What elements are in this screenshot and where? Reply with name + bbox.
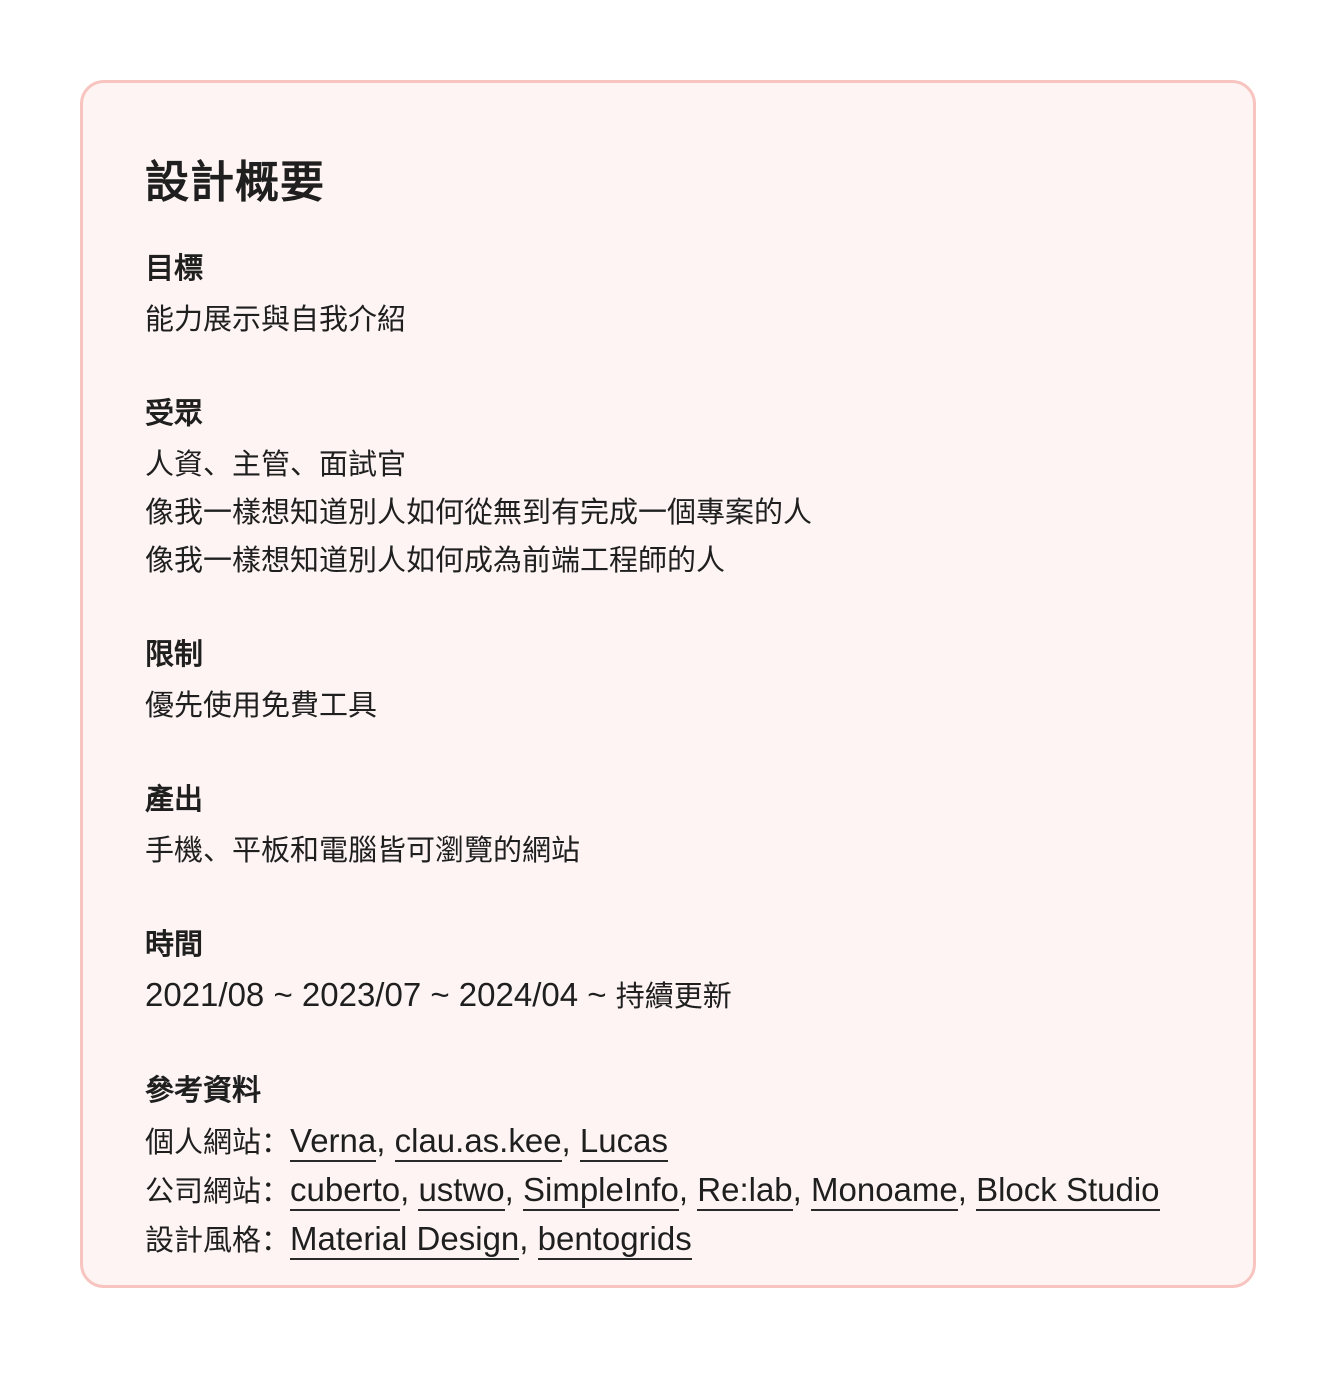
references-label: 參考資料 [145, 1073, 262, 1107]
output-label: 產出 [145, 782, 204, 816]
link-monoame[interactable]: Monoame [811, 1171, 958, 1211]
link-simpleinfo[interactable]: SimpleInfo [523, 1171, 679, 1211]
goal-label: 目標 [145, 251, 204, 285]
references-personal-line: 個人網站：Verna, clau.as.kee, Lucas [145, 1117, 1191, 1166]
separator: , [792, 1171, 811, 1208]
references-design-line: 設計風格：Material Design, bentogrids [145, 1215, 1191, 1264]
time-text: 2021/08 ~ 2023/07 ~ 2024/04 ~ 持續更新 [145, 971, 1191, 1020]
link-verna[interactable]: Verna [290, 1122, 377, 1162]
time-suffix: 持續更新 [615, 979, 732, 1013]
company-prefix: 公司網站： [145, 1174, 291, 1208]
link-material-design[interactable]: Material Design [290, 1220, 520, 1260]
audience-label: 受眾 [145, 396, 204, 430]
card-title: 設計概要 [145, 157, 325, 208]
separator: , [957, 1171, 977, 1208]
section-time: 時間 2021/08 ~ 2023/07 ~ 2024/04 ~ 持續更新 [145, 923, 1191, 1020]
link-clau-as-kee[interactable]: clau.as.kee [394, 1122, 562, 1162]
design-overview-card: 設計概要 目標 能力展示與自我介紹 受眾 人資、主管、面試官 像我一樣想知道別人… [80, 80, 1256, 1288]
link-lucas[interactable]: Lucas [579, 1122, 668, 1162]
section-output: 產出 手機、平板和電腦皆可瀏覽的網站 [145, 778, 1191, 874]
audience-line: 像我一樣想知道別人如何從無到有完成一個專案的人 [145, 495, 813, 529]
separator: , [504, 1171, 523, 1208]
link-cuberto[interactable]: cuberto [290, 1171, 401, 1211]
section-audience: 受眾 人資、主管、面試官 像我一樣想知道別人如何從無到有完成一個專案的人 像我一… [145, 392, 1191, 584]
link-bentogrids[interactable]: bentogrids [537, 1220, 692, 1260]
audience-line: 人資、主管、面試官 [145, 447, 407, 481]
section-constraints: 限制 優先使用免費工具 [145, 633, 1191, 729]
link-ustwo[interactable]: ustwo [418, 1171, 505, 1211]
personal-prefix: 個人網站： [145, 1125, 291, 1159]
separator: , [519, 1220, 538, 1257]
goal-text: 能力展示與自我介紹 [145, 302, 407, 336]
link-relab[interactable]: Re:lab [697, 1171, 793, 1211]
link-block-studio[interactable]: Block Studio [976, 1171, 1160, 1211]
separator: , [400, 1171, 419, 1208]
references-company-line: 公司網站：cuberto, ustwo, SimpleInfo, Re:lab,… [145, 1166, 1191, 1215]
section-references: 參考資料 個人網站：Verna, clau.as.kee, Lucas 公司網站… [145, 1069, 1191, 1264]
section-goal: 目標 能力展示與自我介紹 [145, 247, 1191, 343]
separator: , [376, 1122, 395, 1159]
audience-line: 像我一樣想知道別人如何成為前端工程師的人 [145, 543, 726, 577]
constraints-label: 限制 [145, 637, 204, 671]
design-prefix: 設計風格： [145, 1223, 291, 1257]
time-dates: 2021/08 ~ 2023/07 ~ 2024/04 ~ [145, 976, 616, 1013]
time-label: 時間 [145, 927, 204, 961]
separator: , [561, 1122, 580, 1159]
constraints-text: 優先使用免費工具 [145, 688, 378, 722]
output-text: 手機、平板和電腦皆可瀏覽的網站 [145, 833, 581, 867]
separator: , [678, 1171, 698, 1208]
